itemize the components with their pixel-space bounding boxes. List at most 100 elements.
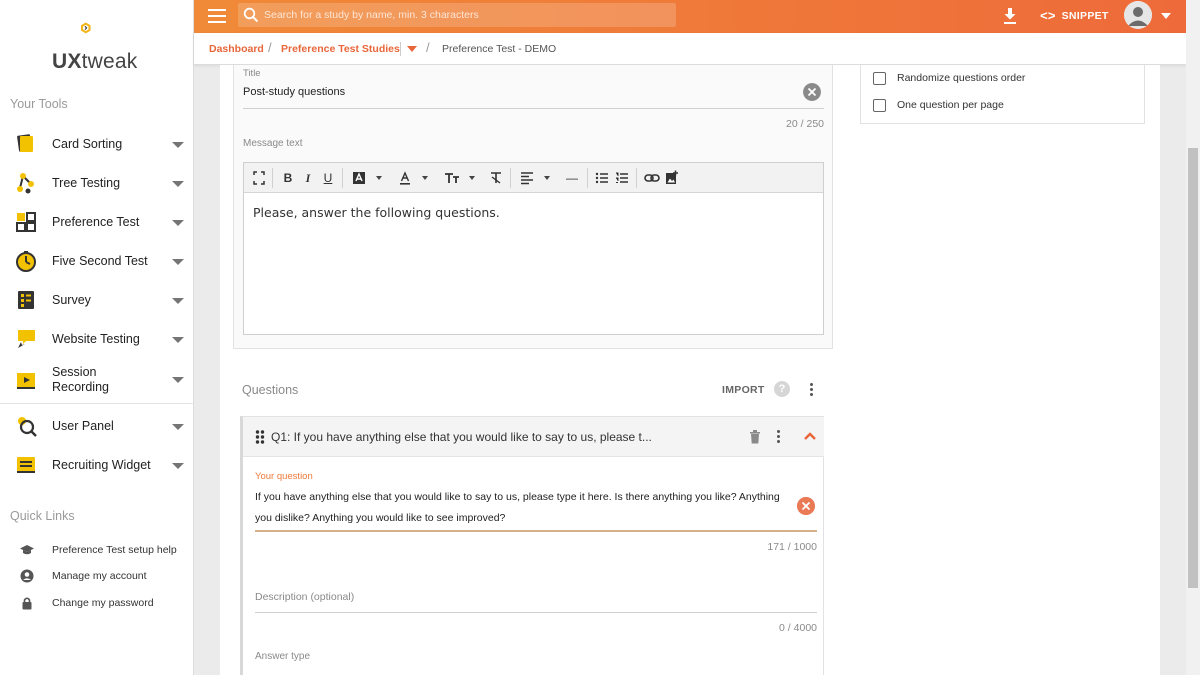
sidebar-item-website-testing[interactable]: Website Testing	[0, 320, 194, 359]
toolbar-separator	[510, 168, 511, 188]
checkbox-label: Randomize questions order	[897, 72, 1026, 84]
quick-link-change-password[interactable]: Change my password	[0, 593, 194, 615]
underline-icon[interactable]: U	[322, 169, 334, 187]
stopwatch-icon	[16, 251, 36, 272]
bullet-list-icon[interactable]	[595, 169, 609, 187]
account-circle-icon	[20, 569, 34, 583]
scrollbar-thumb[interactable]	[1188, 148, 1198, 588]
answer-type-label: Answer type	[255, 651, 311, 662]
sidebar-item-recruiting-widget[interactable]: Recruiting Widget	[0, 446, 194, 485]
text-highlight-icon[interactable]	[352, 169, 366, 187]
sidebar-item-label: Recruiting Widget	[52, 458, 151, 472]
text-color-icon[interactable]	[398, 169, 412, 187]
more-options-icon[interactable]	[810, 383, 814, 397]
checkbox[interactable]	[873, 71, 886, 85]
font-size-icon[interactable]	[444, 169, 460, 187]
sidebar-item-label: Preference Test	[52, 215, 140, 229]
title-label: Title	[243, 68, 261, 79]
sidebar-item-user-panel[interactable]: User Panel	[0, 407, 194, 446]
bold-icon[interactable]: B	[282, 169, 294, 187]
numbered-list-icon[interactable]	[615, 169, 629, 187]
chevron-down-icon[interactable]	[469, 176, 475, 180]
toolbar-separator	[636, 168, 637, 188]
breadcrumb-preference-test-studies[interactable]: Preference Test Studies	[281, 43, 400, 55]
breadcrumb-current: Preference Test - DEMO	[442, 43, 557, 55]
page-scrollbar[interactable]	[1186, 0, 1200, 675]
chevron-up-icon[interactable]	[803, 431, 817, 441]
quick-link-manage-account[interactable]: Manage my account	[0, 566, 194, 588]
clear-formatting-icon[interactable]	[489, 169, 503, 187]
question-card: Q1: If you have anything else that you w…	[240, 416, 824, 675]
user-panel-icon	[18, 417, 37, 437]
studies-dropdown-icon[interactable]	[407, 46, 417, 52]
sidebar-item-card-sorting[interactable]: Card Sorting	[0, 125, 194, 164]
question-card-header[interactable]: Q1: If you have anything else that you w…	[243, 417, 824, 457]
sidebar-item-label: Website Testing	[52, 332, 140, 346]
sidebar-item-session-recording[interactable]: Session Recording	[0, 359, 194, 401]
chevron-down-icon	[172, 423, 184, 430]
question-text-input[interactable]: If you have anything else that you would…	[255, 487, 785, 529]
card-sorting-icon	[17, 134, 33, 152]
quick-link-label: Manage my account	[52, 570, 147, 582]
italic-icon[interactable]: I	[302, 169, 314, 187]
editor-toolbar: B I U —	[244, 163, 823, 193]
chevron-down-icon	[172, 219, 184, 226]
rich-text-editor: B I U — Please, answer the following que…	[243, 162, 824, 335]
preference-test-icon	[16, 212, 36, 232]
tree-testing-icon	[17, 173, 34, 194]
code-icon: <>	[1040, 8, 1056, 24]
message-text-label: Message text	[243, 138, 303, 149]
question-more-options-icon[interactable]	[777, 430, 781, 444]
chevron-down-icon[interactable]	[376, 176, 382, 180]
drag-handle-icon[interactable]	[255, 430, 265, 444]
chevron-down-icon[interactable]	[422, 176, 428, 180]
link-icon[interactable]	[644, 169, 660, 187]
breadcrumb-separator: /	[268, 40, 272, 55]
chevron-down-icon[interactable]	[544, 176, 550, 180]
menu-icon[interactable]	[208, 9, 226, 23]
sidebar-item-tree-testing[interactable]: Tree Testing	[0, 164, 194, 203]
avatar[interactable]	[1124, 1, 1152, 29]
lock-icon	[22, 597, 32, 610]
sidebar-item-survey[interactable]: Survey	[0, 281, 194, 320]
fullscreen-icon[interactable]	[252, 169, 266, 187]
download-icon[interactable]	[1002, 7, 1018, 25]
delete-icon[interactable]	[749, 429, 761, 444]
checkbox-label: One question per page	[897, 99, 1004, 111]
graduation-cap-icon	[20, 545, 34, 555]
title-input[interactable]: Post-study questions	[243, 86, 345, 98]
search-box	[238, 3, 676, 27]
question-label: Your question	[255, 471, 313, 482]
clear-question-icon[interactable]	[797, 497, 815, 515]
snippet-label: SNIPPET	[1061, 10, 1109, 22]
align-left-icon[interactable]	[520, 169, 534, 187]
search-input[interactable]	[264, 6, 664, 24]
chevron-down-icon	[172, 180, 184, 187]
recruiting-widget-icon	[17, 457, 35, 473]
top-bar: <> SNIPPET	[194, 0, 1186, 33]
insert-image-icon[interactable]	[665, 169, 679, 187]
help-icon[interactable]: ?	[774, 381, 790, 397]
breadcrumb-dashboard[interactable]: Dashboard	[209, 43, 264, 55]
description-input[interactable]: Description (optional)	[255, 591, 354, 603]
editor-content[interactable]: Please, answer the following questions.	[253, 205, 500, 220]
sidebar: UXtweak Your Tools Card Sorting Tree Tes…	[0, 0, 194, 675]
quick-link-setup-help[interactable]: Preference Test setup help	[0, 540, 194, 562]
user-menu-caret-icon[interactable]	[1161, 13, 1171, 19]
question-char-counter: 171 / 1000	[767, 541, 817, 553]
uxtweak-logo[interactable]	[80, 14, 114, 50]
one-question-per-page-checkbox[interactable]: One question per page	[873, 97, 1004, 113]
checkbox[interactable]	[873, 98, 886, 112]
randomize-questions-checkbox[interactable]: Randomize questions order	[873, 70, 1025, 86]
sidebar-divider	[0, 403, 194, 404]
horizontal-line-icon[interactable]: —	[566, 169, 578, 187]
clear-title-icon[interactable]	[803, 83, 821, 101]
snippet-button[interactable]: <> SNIPPET	[1040, 8, 1109, 24]
sidebar-item-five-second-test[interactable]: Five Second Test	[0, 242, 194, 281]
chevron-down-icon	[172, 141, 184, 148]
sidebar-item-preference-test[interactable]: Preference Test	[0, 203, 194, 242]
breadcrumb-separator: /	[426, 40, 430, 55]
toolbar-separator	[587, 168, 588, 188]
import-button[interactable]: IMPORT	[722, 384, 765, 396]
description-char-counter: 0 / 4000	[779, 622, 817, 634]
